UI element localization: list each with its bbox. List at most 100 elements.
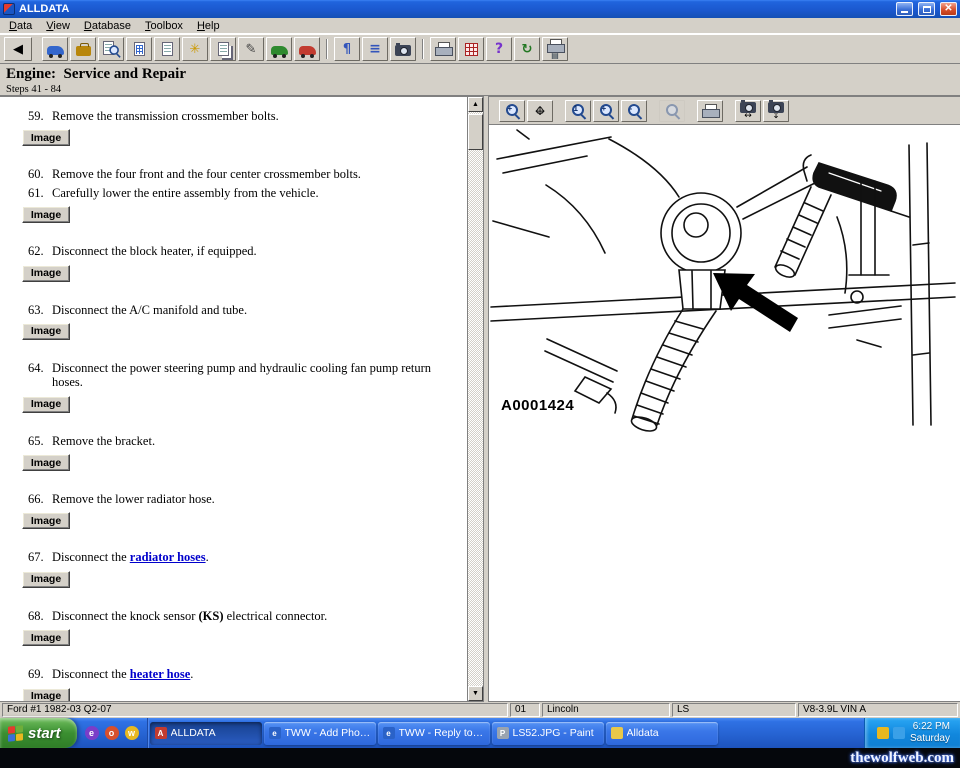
scrollbar-thumb[interactable] (468, 114, 483, 150)
menu-data[interactable]: Data (2, 19, 39, 33)
step-text-segment: Disconnect the knock sensor (52, 609, 199, 623)
new-car-features-button[interactable] (266, 37, 292, 61)
zoom-lock-button (659, 100, 685, 122)
image-button[interactable]: Image (22, 206, 70, 223)
step-number: 65. (28, 434, 46, 448)
taskbar-item[interactable]: Alldata (606, 722, 718, 745)
close-button[interactable]: ✕ (940, 2, 957, 16)
taskbar-item-label: ALLDATA (171, 727, 216, 739)
taskbar-item-icon (611, 727, 623, 739)
image-button[interactable]: Image (22, 396, 70, 413)
quick-launch: eow (77, 718, 148, 748)
briefcase-icon (76, 46, 91, 56)
search-document-button[interactable] (98, 37, 124, 61)
fit-width-button[interactable]: ↔ (735, 100, 761, 122)
notes-icon: ✎ (246, 43, 257, 56)
document-button[interactable] (154, 37, 180, 61)
image-button[interactable]: Image (22, 571, 70, 588)
status-bar: Ford #1 1982-03 Q2-0701LincolnLSV8-3.9L … (0, 702, 960, 718)
minimize-icon (901, 11, 908, 13)
tray-icon-1[interactable] (877, 727, 889, 739)
step-number: 61. (28, 186, 46, 200)
image-button[interactable]: Image (22, 265, 70, 282)
taskbar-item[interactable]: eTWW - Reply to Topic... (378, 722, 490, 745)
vertical-scrollbar[interactable]: ▲ ▼ (467, 97, 483, 701)
notes-button[interactable]: ✎ (238, 37, 264, 61)
step-link[interactable]: radiator hoses (130, 550, 206, 564)
image-button[interactable]: Image (22, 688, 70, 702)
tray-clock[interactable]: 6:22 PM Saturday (910, 721, 950, 746)
history-button[interactable]: ↻ (514, 37, 540, 61)
page-header: Engine: Service and Repair Steps 41 - 84 (0, 64, 960, 96)
start-button[interactable]: start (0, 718, 77, 748)
step-text: Disconnect the heater hose. (52, 667, 463, 681)
zoom-minus-button[interactable]: - (621, 100, 647, 122)
step-text: Remove the bracket. (52, 434, 463, 448)
briefcase-button[interactable] (70, 37, 96, 61)
restore-button[interactable] (918, 2, 935, 16)
tray-icon-2[interactable] (893, 727, 905, 739)
page-title: Engine: Service and Repair (6, 66, 960, 83)
labor-guide-button[interactable] (458, 37, 484, 61)
image-button[interactable]: Image (22, 129, 70, 146)
menu-toolbox[interactable]: Toolbox (138, 19, 190, 33)
step-line: 69.Disconnect the heater hose. (0, 667, 463, 681)
image-view-button[interactable] (390, 37, 416, 61)
step-number: 59. (28, 109, 46, 123)
documents-button[interactable] (210, 37, 236, 61)
step-text-segment: Remove the lower radiator hose. (52, 492, 215, 506)
taskbar-item[interactable]: A ALLDATA (150, 722, 262, 745)
fit-page-button[interactable]: ↕ (763, 100, 789, 122)
vehicle-select-button[interactable] (42, 37, 68, 61)
quick-launch-icon-1[interactable]: e (85, 726, 99, 740)
text-view-button[interactable]: ≡ (362, 37, 388, 61)
paragraph-view-button[interactable]: ¶ (334, 37, 360, 61)
car-repair-button[interactable] (294, 37, 320, 61)
image-view-icon (395, 45, 411, 56)
print-image-button[interactable] (697, 100, 723, 122)
highlights-button[interactable]: ✳ (182, 37, 208, 61)
step-text-segment: . (190, 667, 193, 681)
minimize-button[interactable] (896, 2, 913, 16)
tsb-document-button[interactable] (126, 37, 152, 61)
image-button[interactable]: Image (22, 323, 70, 340)
fit-page-icon: ↕ (768, 100, 784, 121)
zoom-normal-button[interactable]: 1 (565, 100, 591, 122)
zoom-in-button[interactable]: + (499, 100, 525, 122)
image-button[interactable]: Image (22, 629, 70, 646)
status-field-1: 01 (510, 703, 540, 717)
print-setup-button[interactable]: ▤ (542, 37, 568, 61)
step-text-segment: Remove the bracket. (52, 434, 155, 448)
taskbar-item[interactable]: eTWW - Add Photos - ... (264, 722, 376, 745)
step-line: 68.Disconnect the knock sensor (KS) elec… (0, 609, 463, 623)
taskbar-item[interactable]: PLS52.JPG - Paint (492, 722, 604, 745)
zoom-plus-button[interactable]: + (593, 100, 619, 122)
labor-guide-icon (465, 43, 478, 56)
taskbar-item-icon: A (155, 727, 167, 739)
image-button[interactable]: Image (22, 512, 70, 529)
quick-launch-icon-3[interactable]: w (125, 726, 139, 740)
print-button[interactable] (430, 37, 456, 61)
paragraph-view-icon: ¶ (343, 43, 351, 56)
scroll-up-button[interactable]: ▲ (468, 97, 483, 112)
tray-icons (877, 727, 905, 739)
quick-launch-icon-2[interactable]: o (105, 726, 119, 740)
menu-help[interactable]: Help (190, 19, 227, 33)
help-button[interactable]: ? (486, 37, 512, 61)
step-number: 67. (28, 550, 46, 564)
pan-button[interactable]: ↔↕ (527, 100, 553, 122)
close-icon: ✕ (944, 2, 952, 15)
taskbar-item-icon: e (383, 727, 395, 739)
back-button[interactable]: ◀ (4, 37, 32, 61)
step-number: 63. (28, 303, 46, 317)
menu-view[interactable]: View (39, 19, 77, 33)
step-link[interactable]: heater hose (130, 667, 191, 681)
tray-day: Saturday (910, 733, 950, 744)
menu-database[interactable]: Database (77, 19, 138, 33)
image-button[interactable]: Image (22, 454, 70, 471)
app-icon (3, 3, 15, 15)
vehicle-select-icon (47, 46, 64, 55)
scroll-down-button[interactable]: ▼ (468, 686, 483, 701)
taskbar-item-icon: P (497, 727, 509, 739)
step-number: 66. (28, 492, 46, 506)
